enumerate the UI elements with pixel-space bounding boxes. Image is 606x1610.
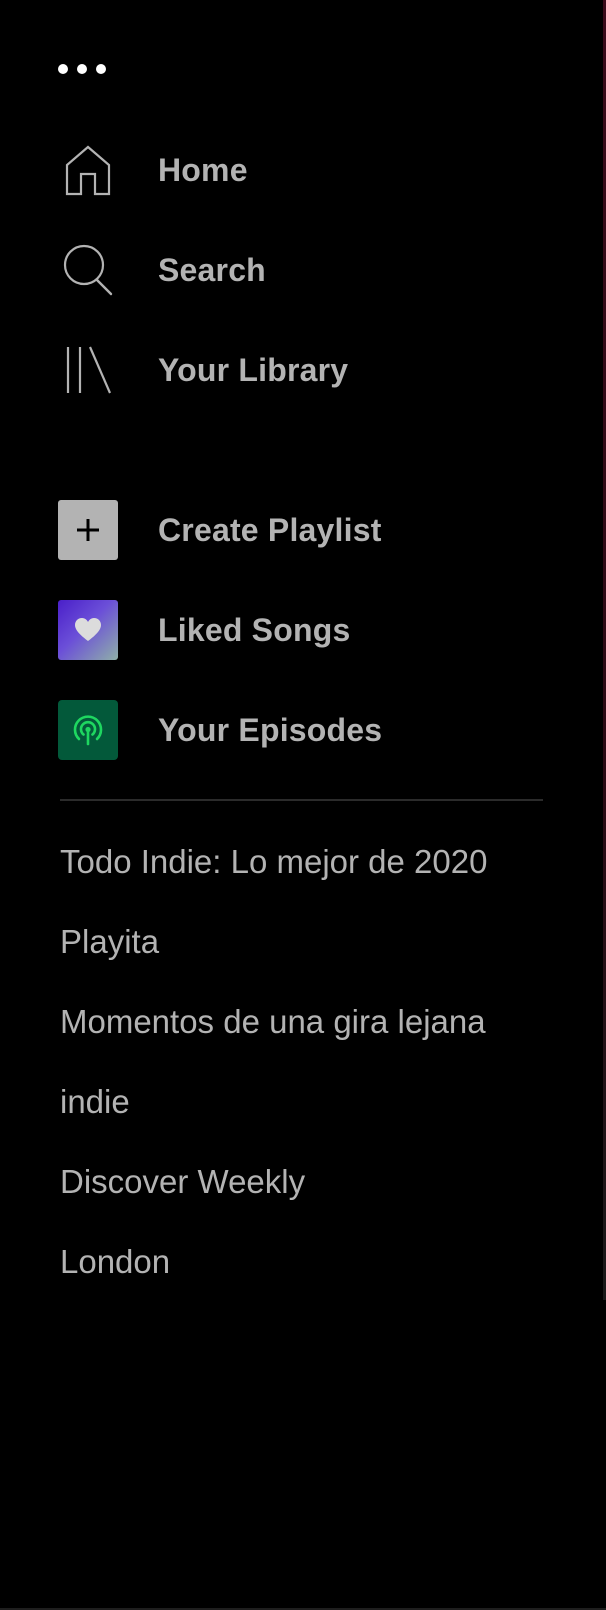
plus-icon [58, 500, 118, 560]
nav-item-library[interactable]: Your Library [58, 340, 348, 400]
nav-item-home[interactable]: Home [58, 140, 248, 200]
action-label: Create Playlist [158, 511, 382, 548]
playlist-item[interactable]: London [60, 1222, 580, 1302]
playlist-item[interactable]: Momentos de una gira lejana [60, 982, 580, 1062]
your-episodes-button[interactable]: Your Episodes [58, 700, 382, 760]
library-icon [58, 340, 118, 400]
ellipsis-icon [96, 64, 106, 74]
playlist-item[interactable]: indie [60, 1062, 580, 1142]
more-options-button[interactable] [58, 54, 124, 84]
sidebar: Home Search Your Library Create Playlist… [0, 0, 603, 1610]
nav-label: Home [158, 151, 248, 188]
playlist-list: Todo Indie: Lo mejor de 2020 Playita Mom… [60, 822, 580, 1302]
search-icon [58, 240, 118, 300]
create-playlist-button[interactable]: Create Playlist [58, 500, 382, 560]
playlist-item[interactable]: Playita [60, 902, 580, 982]
liked-songs-button[interactable]: Liked Songs [58, 600, 350, 660]
action-label: Your Episodes [158, 711, 383, 748]
home-icon [58, 140, 118, 200]
divider [60, 799, 543, 801]
nav-label: Your Library [158, 351, 349, 388]
action-label: Liked Songs [158, 611, 351, 648]
podcast-icon [58, 700, 118, 760]
heart-icon [58, 600, 118, 660]
ellipsis-icon [77, 64, 87, 74]
nav-item-search[interactable]: Search [58, 240, 266, 300]
playlist-item[interactable]: Discover Weekly [60, 1142, 580, 1222]
nav-label: Search [158, 251, 266, 288]
playlist-item[interactable]: Todo Indie: Lo mejor de 2020 [60, 822, 580, 902]
ellipsis-icon [58, 64, 68, 74]
